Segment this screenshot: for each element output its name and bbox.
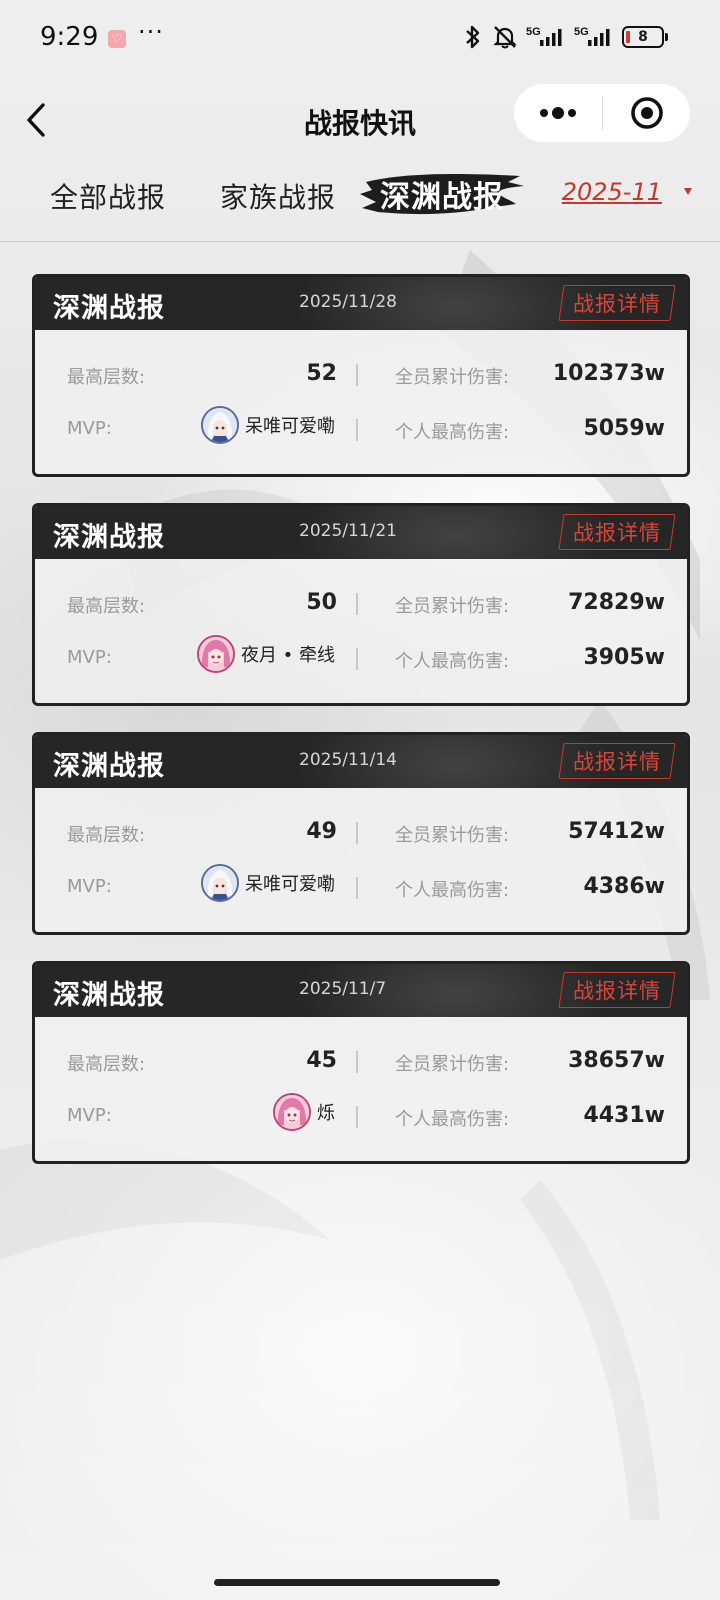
signal-icon: 5G [526, 24, 566, 50]
floor-label: 最高层数: [67, 367, 146, 388]
tab-all-reports[interactable]: 全部战报 [50, 176, 166, 216]
report-card: 深渊战报 2025/11/28 战报详情 最高层数: 52 全员累计伤害: 10… [32, 274, 690, 477]
divider [356, 1051, 358, 1073]
card-title: 深渊战报 [53, 751, 165, 782]
personal-damage-value: 4386w [583, 874, 665, 899]
floor-label: 最高层数: [67, 1054, 146, 1075]
total-damage-label: 全员累计伤害: [395, 1054, 510, 1075]
floor-label: 最高层数: [67, 596, 146, 617]
gallery-app-icon: ♡ [108, 30, 126, 48]
report-list: 深渊战报 2025/11/28 战报详情 最高层数: 52 全员累计伤害: 10… [0, 242, 720, 1164]
report-tabs: 全部战报 家族战报 深渊战报 2025-11 [0, 160, 720, 242]
mvp-name: 烁 [317, 1103, 335, 1124]
card-header: 深渊战报 2025/11/28 战报详情 [35, 277, 687, 330]
card-date: 2025/11/21 [299, 521, 397, 541]
svg-text:5G: 5G [574, 26, 589, 38]
divider [356, 593, 358, 615]
card-body: 最高层数: 49 全员累计伤害: 57412w MVP: 呆唯可爱嘞 个人最高伤… [35, 788, 687, 932]
month-select[interactable]: 2025-11 [562, 178, 662, 206]
nav-bar: 战报快讯 [0, 80, 720, 160]
personal-damage-value: 5059w [583, 416, 665, 441]
floor-value: 50 [306, 590, 337, 615]
card-header: 深渊战报 2025/11/14 战报详情 [35, 735, 687, 788]
report-detail-button[interactable]: 战报详情 [561, 972, 673, 1008]
more-button[interactable] [514, 84, 602, 142]
mvp-player: 烁 [273, 1093, 335, 1131]
mvp-name: 呆唯可爱嘞 [245, 874, 335, 895]
pink-hair-avatar [196, 635, 235, 673]
svg-text:5G: 5G [526, 26, 541, 38]
report-card: 深渊战报 2025/11/21 战报详情 最高层数: 50 全员累计伤害: 72… [32, 503, 690, 706]
divider [356, 877, 358, 899]
battery-icon: 8 [622, 26, 668, 48]
status-more: ··· [138, 18, 164, 46]
card-header: 深渊战报 2025/11/21 战报详情 [35, 506, 687, 559]
divider [356, 822, 358, 844]
status-bar: 9:29 ♡ ··· 5G 5G 8 [0, 0, 720, 80]
divider [356, 1106, 358, 1128]
personal-damage-label: 个人最高伤害: [395, 1109, 510, 1130]
card-date: 2025/11/28 [299, 292, 397, 312]
card-title: 深渊战报 [53, 522, 165, 553]
close-button[interactable] [603, 84, 690, 142]
home-indicator[interactable] [214, 1579, 500, 1586]
target-close-icon [630, 97, 663, 129]
mvp-player: 夜月 • 牵线 [196, 635, 335, 673]
card-body: 最高层数: 50 全员累计伤害: 72829w MVP: 夜月 • 牵线 个人最… [35, 559, 687, 703]
tab-family-reports[interactable]: 家族战报 [220, 176, 336, 216]
mvp-player: 呆唯可爱嘞 [201, 406, 335, 444]
card-body: 最高层数: 52 全员累计伤害: 102373w MVP: 呆唯可爱嘞 个人最高… [35, 330, 687, 474]
total-damage-value: 102373w [552, 361, 665, 386]
report-detail-button[interactable]: 战报详情 [561, 285, 673, 321]
mvp-player: 呆唯可爱嘞 [201, 864, 335, 902]
divider [356, 419, 358, 441]
floor-value: 52 [306, 361, 337, 386]
status-time: 9:29 [40, 22, 99, 52]
more-dots-icon [540, 107, 576, 119]
floor-value: 45 [306, 1048, 337, 1073]
total-damage-label: 全员累计伤害: [395, 596, 510, 617]
personal-damage-label: 个人最高伤害: [395, 651, 510, 672]
personal-damage-value: 3905w [583, 645, 665, 670]
card-body: 最高层数: 45 全员累计伤害: 38657w MVP: 烁 个人最高伤害: 4… [35, 1017, 687, 1161]
report-detail-button[interactable]: 战报详情 [561, 514, 673, 550]
bluetooth-icon [462, 24, 484, 50]
white-hair-avatar [201, 406, 239, 444]
mvp-label: MVP: [67, 876, 112, 897]
mvp-label: MVP: [67, 418, 112, 439]
card-header: 深渊战报 2025/11/7 战报详情 [35, 964, 687, 1017]
report-card: 深渊战报 2025/11/7 战报详情 最高层数: 45 全员累计伤害: 386… [32, 961, 690, 1164]
personal-damage-label: 个人最高伤害: [395, 880, 510, 901]
floor-value: 49 [306, 819, 337, 844]
dropdown-arrow-icon[interactable] [684, 188, 692, 195]
total-damage-label: 全员累计伤害: [395, 825, 510, 846]
mvp-label: MVP: [67, 647, 112, 668]
white-hair-avatar [201, 864, 239, 902]
personal-damage-value: 4431w [583, 1103, 665, 1128]
bell-muted-icon [492, 24, 518, 50]
report-card: 深渊战报 2025/11/14 战报详情 最高层数: 49 全员累计伤害: 57… [32, 732, 690, 935]
total-damage-label: 全员累计伤害: [395, 367, 510, 388]
total-damage-value: 38657w [568, 1048, 665, 1073]
mvp-label: MVP: [67, 1105, 112, 1126]
tab-abyss-reports[interactable]: 深渊战报 [380, 172, 504, 216]
divider [356, 648, 358, 670]
total-damage-value: 57412w [568, 819, 665, 844]
card-date: 2025/11/14 [299, 750, 397, 770]
signal-icon-2: 5G [574, 24, 614, 50]
mvp-name: 呆唯可爱嘞 [245, 416, 335, 437]
personal-damage-label: 个人最高伤害: [395, 422, 510, 443]
card-date: 2025/11/7 [299, 979, 387, 999]
mvp-name: 夜月 • 牵线 [240, 645, 335, 666]
pink-hair-avatar [273, 1093, 311, 1131]
mini-program-capsule [514, 84, 690, 142]
report-detail-button[interactable]: 战报详情 [561, 743, 673, 779]
total-damage-value: 72829w [568, 590, 665, 615]
divider [356, 364, 358, 386]
card-title: 深渊战报 [53, 980, 165, 1011]
floor-label: 最高层数: [67, 825, 146, 846]
card-title: 深渊战报 [53, 293, 165, 324]
